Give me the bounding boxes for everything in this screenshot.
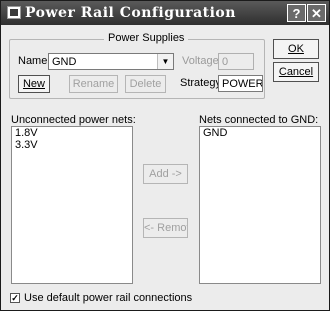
- name-select-value: GND: [52, 56, 77, 68]
- delete-button-label: Delete: [129, 78, 162, 90]
- app-icon: [7, 6, 21, 19]
- cancel-button-label: Cancel: [278, 66, 314, 78]
- list-item[interactable]: 3.3V: [12, 139, 132, 151]
- connected-label: Nets connected to GND:: [199, 114, 319, 126]
- rename-button-label: Rename: [72, 78, 115, 90]
- title-bar[interactable]: Power Rail Configuration ? ✕: [1, 1, 329, 25]
- strategy-label: Strategy: [180, 77, 221, 89]
- ok-button-label: OK: [288, 43, 304, 55]
- remove-button[interactable]: <- Remove: [143, 218, 188, 238]
- new-button-label: New: [22, 78, 45, 90]
- voltage-label: Voltage: [182, 55, 219, 67]
- close-button[interactable]: ✕: [307, 4, 326, 22]
- window-title: Power Rail Configuration: [25, 5, 236, 21]
- cancel-button[interactable]: Cancel: [273, 62, 319, 82]
- add-button[interactable]: Add ->: [143, 164, 188, 184]
- unconnected-label: Unconnected power nets:: [11, 114, 136, 126]
- remove-button-label: <- Remove: [144, 222, 187, 234]
- power-supplies-group: Power Supplies Name GND ▼ Voltage 0 New …: [9, 32, 265, 99]
- list-item[interactable]: 1.8V: [12, 127, 132, 139]
- strategy-field[interactable]: POWER: [218, 75, 263, 92]
- connected-nets-list[interactable]: GND: [199, 126, 321, 284]
- help-button[interactable]: ?: [287, 4, 306, 22]
- power-rail-dialog: Power Rail Configuration ? ✕ Power Suppl…: [0, 0, 330, 311]
- new-button[interactable]: New: [18, 75, 50, 93]
- default-connections-checkbox[interactable]: ✓: [10, 293, 20, 303]
- chevron-down-icon[interactable]: ▼: [157, 54, 173, 69]
- voltage-field[interactable]: 0: [218, 53, 254, 70]
- name-label: Name: [18, 55, 48, 67]
- power-supplies-label: Power Supplies: [104, 32, 189, 44]
- rename-button[interactable]: Rename: [69, 75, 118, 93]
- ok-button[interactable]: OK: [273, 39, 319, 59]
- default-connections-label: Use default power rail connections: [24, 292, 193, 304]
- name-select[interactable]: GND ▼: [48, 53, 174, 70]
- delete-button[interactable]: Delete: [125, 75, 166, 93]
- add-button-label: Add ->: [149, 168, 182, 180]
- unconnected-nets-list[interactable]: 1.8V 3.3V: [11, 126, 133, 284]
- list-item[interactable]: GND: [200, 127, 320, 139]
